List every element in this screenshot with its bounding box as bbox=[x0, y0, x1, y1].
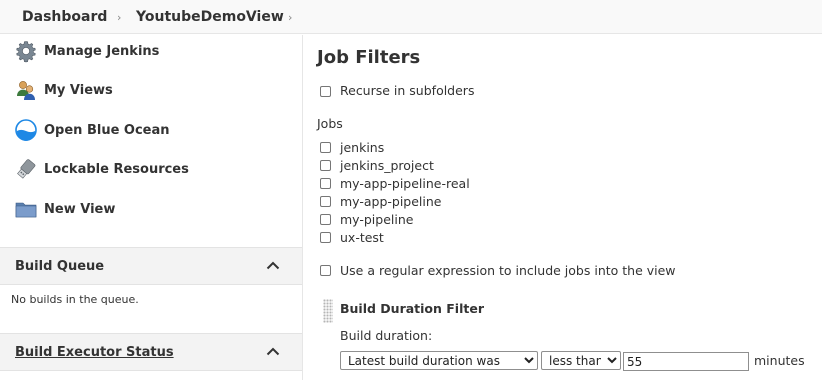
job-label: my-app-pipeline bbox=[340, 194, 442, 209]
regex-checkbox[interactable] bbox=[320, 265, 331, 276]
regex-label: Use a regular expression to include jobs… bbox=[340, 263, 676, 278]
duration-mode-select[interactable]: Latest build duration was bbox=[340, 351, 538, 370]
usb-key-icon bbox=[17, 159, 36, 179]
collapse-chevron-icon[interactable] bbox=[266, 260, 280, 270]
job-label: jenkins_project bbox=[340, 158, 434, 173]
recurse-label: Recurse in subfolders bbox=[340, 83, 475, 98]
breadcrumb-chevron-icon[interactable]: › bbox=[288, 11, 292, 24]
drag-handle-icon[interactable] bbox=[323, 299, 333, 323]
breadcrumb-view[interactable]: YoutubeDemoView bbox=[136, 9, 284, 25]
job-checkbox[interactable] bbox=[320, 214, 331, 225]
duration-comparator-select[interactable]: less than bbox=[541, 351, 621, 370]
sidebar-item-label: New View bbox=[44, 202, 116, 217]
recurse-checkbox[interactable] bbox=[320, 86, 331, 97]
sidebar: Manage Jenkins My Views Open Blue Ocean bbox=[0, 35, 302, 380]
build-queue-header: Build Queue bbox=[0, 247, 302, 285]
folder-icon bbox=[15, 202, 37, 218]
executor-status-title[interactable]: Build Executor Status bbox=[15, 345, 174, 360]
duration-amount-input[interactable] bbox=[623, 352, 749, 371]
executor-status-header: Build Executor Status bbox=[0, 333, 302, 371]
job-checkbox[interactable] bbox=[320, 232, 331, 243]
job-label: jenkins bbox=[340, 140, 385, 155]
people-icon bbox=[17, 81, 35, 100]
main-content: Job Filters Recurse in subfolders Jobs j… bbox=[303, 35, 822, 380]
gear-icon bbox=[16, 41, 36, 63]
job-checkbox[interactable] bbox=[320, 178, 331, 189]
sidebar-item-my-views[interactable]: My Views bbox=[14, 76, 294, 104]
sidebar-item-lockable-resources[interactable]: Lockable Resources bbox=[14, 155, 294, 183]
blue-ocean-icon bbox=[15, 119, 37, 141]
job-checkbox[interactable] bbox=[320, 160, 331, 171]
collapse-chevron-icon[interactable] bbox=[266, 346, 280, 356]
sidebar-item-blue-ocean[interactable]: Open Blue Ocean bbox=[14, 116, 294, 144]
sidebar-item-label: My Views bbox=[44, 83, 113, 98]
page-title: Job Filters bbox=[317, 47, 421, 68]
job-checkbox[interactable] bbox=[320, 142, 331, 153]
breadcrumb-bar: Dashboard › YoutubeDemoView › bbox=[0, 0, 822, 34]
breadcrumb-chevron-icon[interactable]: › bbox=[117, 11, 121, 24]
sidebar-item-new-view[interactable]: New View bbox=[14, 195, 294, 223]
jobs-heading: Jobs bbox=[317, 116, 343, 131]
sidebar-item-label: Open Blue Ocean bbox=[44, 123, 170, 138]
sidebar-item-label: Manage Jenkins bbox=[44, 44, 160, 59]
sidebar-item-label: Lockable Resources bbox=[44, 162, 189, 177]
build-duration-label: Build duration: bbox=[340, 328, 433, 343]
duration-filter-title: Build Duration Filter bbox=[340, 301, 484, 316]
job-checkbox[interactable] bbox=[320, 196, 331, 207]
sidebar-item-manage-jenkins[interactable]: Manage Jenkins bbox=[14, 37, 294, 65]
duration-unit-label: minutes bbox=[754, 353, 805, 368]
build-queue-title: Build Queue bbox=[15, 259, 105, 274]
job-label: my-app-pipeline-real bbox=[340, 176, 470, 191]
build-queue-empty-text: No builds in the queue. bbox=[11, 293, 139, 306]
job-label: my-pipeline bbox=[340, 212, 414, 227]
job-label: ux-test bbox=[340, 230, 384, 245]
breadcrumb-dashboard[interactable]: Dashboard bbox=[22, 9, 107, 25]
